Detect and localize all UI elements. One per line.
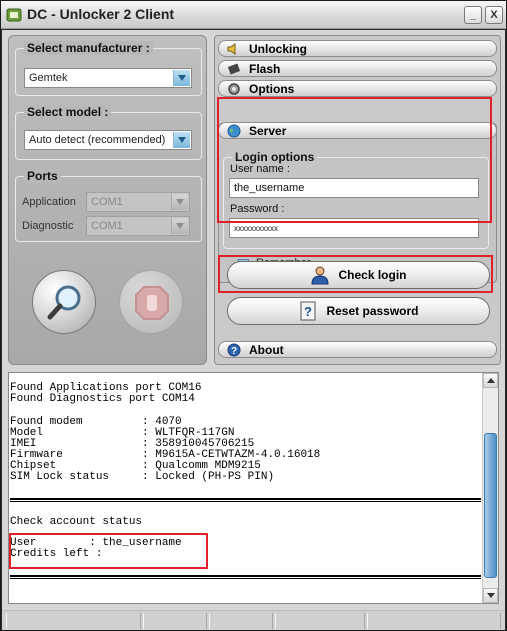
gear-icon (228, 83, 240, 95)
manufacturer-title: Select manufacturer : (24, 41, 153, 55)
check-login-button[interactable]: Check login (227, 261, 490, 289)
menu-options-label: Options (249, 82, 295, 96)
status-bar (2, 610, 505, 630)
menu-unlocking-label: Unlocking (249, 42, 308, 56)
password-input[interactable] (229, 218, 479, 238)
log-modem-info: Found modem : 4070 Model : WLTFQR-117GN … (10, 416, 321, 483)
server-panel: Server Login options User name : Passwor… (218, 122, 497, 283)
menu-flash[interactable]: Flash (218, 60, 497, 77)
application-port-select[interactable]: COM1 (86, 192, 190, 212)
scroll-up-icon[interactable] (483, 373, 498, 388)
minimize-icon: _ (469, 9, 477, 21)
globe-icon (227, 124, 241, 138)
help-document-icon: ? (300, 301, 316, 321)
close-icon: X (490, 9, 498, 21)
scroll-down-icon[interactable] (483, 588, 498, 603)
diagnostic-port-label: Diagnostic (22, 220, 74, 232)
client-area: Select manufacturer : Gemtek Select mode… (2, 30, 505, 630)
magnifier-icon (47, 285, 81, 320)
window-title: DC - Unlocker 2 Client (27, 6, 175, 22)
app-window: DC - Unlocker 2 Client _ X Select manufa… (0, 0, 507, 631)
info-icon: ? (227, 343, 241, 357)
title-bar[interactable]: DC - Unlocker 2 Client _ X (1, 1, 506, 29)
menu-options[interactable]: Options (218, 80, 497, 97)
menu-unlocking[interactable]: Unlocking (218, 40, 497, 57)
status-cell (6, 613, 141, 629)
login-options-title: Login options (232, 150, 318, 164)
app-icon (6, 8, 22, 22)
log-separator (10, 498, 481, 502)
stop-button[interactable] (119, 270, 183, 334)
model-group: Select model : Auto detect (recommended) (15, 105, 202, 160)
application-port-value: COM1 (91, 196, 123, 208)
close-button[interactable]: X (485, 6, 503, 24)
log-ports: Found Applications port COM16 Found Diag… (10, 382, 202, 405)
status-cell (367, 613, 501, 629)
menu-about[interactable]: ? About (218, 341, 497, 358)
ports-group: Ports Application COM1 Diagnostic COM1 (15, 169, 202, 242)
menu-about-label: About (249, 343, 284, 357)
password-label: Password : (230, 203, 285, 215)
menu-flash-label: Flash (249, 62, 281, 76)
reset-password-label: Reset password (326, 304, 419, 318)
manufacturer-value: Gemtek (29, 72, 68, 84)
check-login-label: Check login (338, 268, 407, 282)
username-label: User name : (230, 163, 290, 175)
status-cell (209, 613, 273, 629)
chip-icon (227, 63, 241, 75)
manufacturer-group: Select manufacturer : Gemtek (15, 41, 202, 96)
left-panel: Select manufacturer : Gemtek Select mode… (8, 35, 207, 365)
ports-title: Ports (24, 169, 61, 183)
chevron-down-icon[interactable] (171, 194, 188, 210)
menu-server[interactable]: Server (218, 122, 497, 139)
svg-text:?: ? (304, 304, 312, 319)
manufacturer-select[interactable]: Gemtek (24, 68, 192, 88)
detect-button[interactable] (32, 270, 96, 334)
chevron-down-icon[interactable] (171, 218, 188, 234)
login-options-group: Login options User name : Password : (223, 150, 489, 249)
model-select[interactable]: Auto detect (recommended) (24, 130, 192, 150)
menu-server-label: Server (249, 124, 287, 138)
diagnostic-port-select[interactable]: COM1 (86, 216, 190, 236)
svg-text:?: ? (231, 346, 237, 357)
log-account-header: Check account status (10, 516, 143, 528)
chevron-down-icon[interactable] (173, 132, 190, 148)
reset-password-button[interactable]: ? Reset password (227, 297, 490, 325)
username-input[interactable] (229, 178, 479, 198)
status-cell (143, 613, 207, 629)
log-panel: Found Applications port COM16 Found Diag… (8, 372, 499, 604)
log-account: User : the_username Credits left : (10, 537, 182, 560)
application-port-label: Application (22, 196, 76, 208)
scroll-thumb[interactable] (484, 433, 497, 578)
minimize-button[interactable]: _ (464, 6, 482, 24)
right-panel: Unlocking Flash Options Server Login opt… (214, 35, 501, 365)
log-separator (10, 575, 481, 579)
model-value: Auto detect (recommended) (29, 134, 166, 146)
stop-hand-icon (135, 286, 169, 320)
diagnostic-port-value: COM1 (91, 220, 123, 232)
chevron-down-icon[interactable] (173, 70, 190, 86)
log-scrollbar[interactable] (482, 373, 498, 603)
user-icon (311, 266, 329, 285)
status-cell (275, 613, 365, 629)
speaker-icon (227, 43, 236, 55)
model-title: Select model : (24, 105, 112, 119)
